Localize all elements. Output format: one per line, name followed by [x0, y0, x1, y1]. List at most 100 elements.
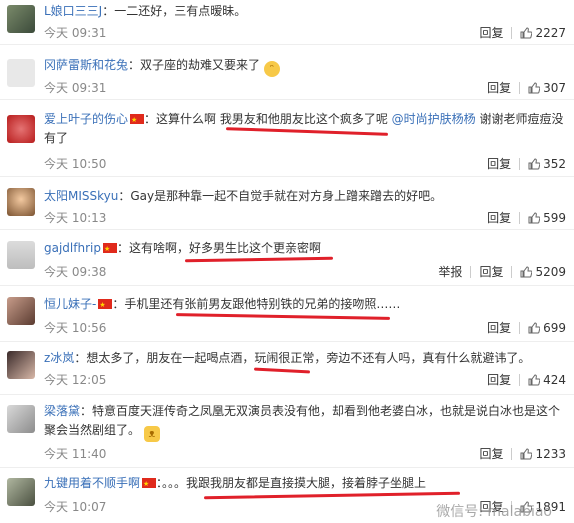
comment-text: ：一二还好，三有点暧昧。 [102, 4, 247, 18]
red-underline-mark [175, 313, 391, 320]
comment-time: 今天 09:31 [44, 81, 107, 95]
avatar[interactable] [7, 59, 35, 87]
comment-text-block: 恒儿妹子- ：手机里还有张前男友跟他特别铁的兄弟的接吻照…… [44, 295, 566, 315]
thumbs-up-icon[interactable] [528, 157, 541, 170]
comment-item: 太阳MISSkyu：Gay是那种靠一起不自觉手就在对方身上蹭来蹭去的好吧。 今天… [0, 177, 574, 230]
avatar[interactable] [7, 297, 35, 325]
comment-text-block: 九键用着不顺手啊 ：。。。我跟我朋友都是直接摸大腿，接着脖子坐腿上 [44, 474, 566, 494]
thumbs-up-icon[interactable] [528, 211, 541, 224]
like-count[interactable]: 352 [543, 157, 566, 171]
comment-time: 今天 09:31 [44, 26, 107, 40]
comment-time: 今天 09:38 [44, 265, 107, 279]
comment-username[interactable]: 太阳MISSkyu [44, 189, 118, 203]
divider [519, 321, 521, 334]
comment-username[interactable]: 梁落黛 [44, 404, 80, 418]
like-count[interactable]: 1233 [535, 447, 566, 461]
comment-time: 今天 10:13 [44, 211, 107, 225]
avatar[interactable] [7, 478, 35, 506]
comment-username[interactable]: gajdlfhrip [44, 241, 101, 255]
sweat-smile-emoji-icon: ᵔ [263, 61, 280, 77]
comment-item: gajdlfhrip ：这有啥啊，好多男生比这个更亲密啊 今天 09:38 举报 … [0, 230, 574, 286]
comment-text: ：特意百度天涯传奇之凤凰无双演员表没有他，却看到他老婆白冰，也就是说白冰也是这个… [44, 404, 561, 437]
divider [519, 373, 521, 386]
cat-emoji-icon: ᴥ [143, 426, 160, 442]
thumbs-up-icon[interactable] [520, 265, 533, 278]
comment-time: 今天 12:05 [44, 373, 107, 387]
red-underline-mark [253, 367, 311, 374]
like-count[interactable]: 699 [543, 321, 566, 335]
comment-actions: 回复 699 [487, 319, 566, 336]
comment-actions: 回复 2227 [479, 24, 566, 41]
comment-text: ：想太多了，朋友在一起喝点酒，玩闹很正常，旁边不还有人吗，真有什么就避讳了。 [74, 351, 531, 365]
comment-actions: 回复 352 [487, 155, 566, 172]
avatar[interactable] [7, 351, 35, 379]
comment-actions: 回复 1233 [479, 445, 566, 462]
china-flag-icon [98, 296, 113, 315]
comment-text-block: 太阳MISSkyu：Gay是那种靠一起不自觉手就在对方身上蹭来蹭去的好吧。 [44, 187, 566, 206]
thumbs-up-icon[interactable] [528, 373, 541, 386]
divider [519, 81, 521, 94]
thumbs-up-icon[interactable] [528, 81, 541, 94]
comment-text-block: 冈萨雷斯和花兔：双子座的劫难又要来了 ᵔ [44, 56, 566, 77]
china-flag-icon [142, 475, 157, 494]
reply-button[interactable]: 回复 [487, 371, 511, 388]
china-flag-icon [130, 111, 145, 130]
thumbs-up-icon[interactable] [528, 321, 541, 334]
wechat-watermark: 微信号: malabiao [436, 504, 552, 520]
comment-username[interactable]: 冈萨雷斯和花兔 [44, 58, 128, 72]
comment-text: ：这算什么啊 我男友和他朋友比这个疯多了呢 [144, 112, 392, 126]
comment-time: 今天 11:40 [44, 447, 107, 461]
comment-item: z冰岚：想太多了，朋友在一起喝点酒，玩闹很正常，旁边不还有人吗，真有什么就避讳了… [0, 342, 574, 395]
reply-button[interactable]: 回复 [487, 319, 511, 336]
comment-actions: 回复 599 [487, 209, 566, 226]
china-flag-icon [102, 240, 117, 259]
comment-item: 冈萨雷斯和花兔：双子座的劫难又要来了 ᵔ 今天 09:31 回复 307 [0, 45, 574, 100]
comment-username[interactable]: 恒儿妹子- [44, 297, 96, 311]
comment-username[interactable]: L娘口三三J [44, 4, 102, 18]
comment-item: 恒儿妹子- ：手机里还有张前男友跟他特别铁的兄弟的接吻照…… 今天 10:56 回… [0, 286, 574, 342]
avatar[interactable] [7, 115, 35, 143]
avatar[interactable] [7, 405, 35, 433]
divider [470, 265, 472, 278]
avatar[interactable] [7, 5, 35, 33]
comment-text: ：这有啥啊，好多男生比这个更亲密啊 [116, 241, 321, 255]
reply-button[interactable]: 回复 [487, 209, 511, 226]
comment-time: 今天 10:56 [44, 321, 107, 335]
like-count[interactable]: 2227 [535, 26, 566, 40]
reply-button[interactable]: 回复 [479, 445, 503, 462]
comment-username[interactable]: 爱上叶子的伤心 [44, 112, 128, 126]
comment-text: ：。。。我跟我朋友都是直接摸大腿，接着脖子坐腿上 [156, 476, 427, 490]
comment-actions: 回复 424 [487, 371, 566, 388]
avatar[interactable] [7, 241, 35, 269]
report-button[interactable]: 举报 [438, 263, 462, 280]
mention-link[interactable]: @时尚护肤杨杨 [392, 112, 476, 126]
divider [511, 26, 513, 39]
comment-text: ：双子座的劫难又要来了 [128, 58, 261, 72]
divider [511, 447, 513, 460]
comment-item: 爱上叶子的伤心：这算什么啊 我男友和他朋友比这个疯多了呢 @时尚护肤杨杨 谢谢老… [0, 100, 574, 177]
comment-actions: 回复 307 [487, 79, 566, 96]
comment-time: 今天 10:50 [44, 157, 107, 171]
like-count[interactable]: 307 [543, 81, 566, 95]
comment-time: 今天 10:07 [44, 500, 107, 514]
thumbs-up-icon[interactable] [520, 26, 533, 39]
like-count[interactable]: 5209 [535, 265, 566, 279]
comment-text-block: z冰岚：想太多了，朋友在一起喝点酒，玩闹很正常，旁边不还有人吗，真有什么就避讳了… [44, 349, 566, 368]
reply-button[interactable]: 回复 [487, 155, 511, 172]
thumbs-up-icon[interactable] [520, 447, 533, 460]
comment-actions: 举报 回复 5209 [438, 263, 566, 280]
comment-text-block: 梁落黛：特意百度天涯传奇之凤凰无双演员表没有他，却看到他老婆白冰，也就是说白冰也… [44, 402, 566, 442]
reply-button[interactable]: 回复 [479, 24, 503, 41]
reply-button[interactable]: 回复 [487, 79, 511, 96]
like-count[interactable]: 599 [543, 211, 566, 225]
comment-item: L娘口三三J：一二还好，三有点暧昧。 今天 09:31 回复 2227 [0, 0, 574, 45]
divider [519, 157, 521, 170]
comment-username[interactable]: 九键用着不顺手啊 [44, 476, 140, 490]
reply-button[interactable]: 回复 [479, 263, 503, 280]
like-count[interactable]: 424 [543, 373, 566, 387]
divider [511, 265, 513, 278]
comment-text-block: gajdlfhrip ：这有啥啊，好多男生比这个更亲密啊 [44, 239, 566, 259]
avatar[interactable] [7, 188, 35, 216]
comment-username[interactable]: z冰岚 [44, 351, 74, 365]
divider [519, 211, 521, 224]
